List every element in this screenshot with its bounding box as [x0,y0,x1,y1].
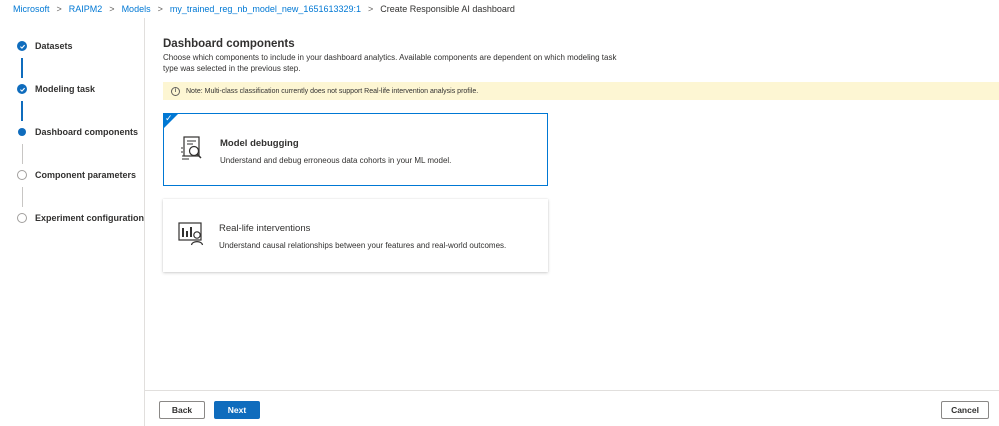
step-connector [21,58,23,78]
checkmark-icon [17,41,27,51]
breadcrumb-link-microsoft[interactable]: Microsoft [13,4,50,14]
note-text: Note: Multi-class classification current… [186,87,479,95]
info-note-bar: i Note: Multi-class classification curre… [163,82,999,100]
breadcrumb-link-models[interactable]: Models [122,4,151,14]
checkmark-icon [17,84,27,94]
step-label: Modeling task [35,84,96,94]
page-description: Choose which components to include in yo… [163,53,617,73]
card-description: Understand and debug erroneous data coho… [220,156,452,165]
breadcrumb-current: Create Responsible AI dashboard [380,4,515,14]
step-experiment-configuration[interactable]: Experiment configuration [17,211,144,225]
pending-step-circle-icon [17,170,27,180]
card-model-debugging[interactable]: ✓ Model debugging Understand and debug e… [163,113,548,186]
step-connector [22,187,23,207]
chevron-right-icon: > [368,4,374,14]
real-life-interventions-icon [178,222,204,246]
step-label: Dashboard components [35,127,139,137]
info-icon: i [171,86,180,96]
card-title: Real-life interventions [219,223,311,234]
card-description: Understand causal relationships between … [219,241,507,250]
chevron-right-icon: > [157,4,163,14]
step-label: Component parameters [35,170,137,180]
step-component-parameters[interactable]: Component parameters [17,168,136,182]
step-connector [21,101,23,121]
card-real-life-interventions[interactable]: Real-life interventions Understand causa… [163,199,548,272]
step-dashboard-components[interactable]: Dashboard components [17,125,138,139]
next-button[interactable]: Next [214,401,260,419]
breadcrumb-link-workspace[interactable]: RAIPM2 [69,4,103,14]
chevron-right-icon: > [56,4,62,14]
pending-step-circle-icon [17,213,27,223]
model-debugging-icon [181,136,202,160]
step-connector [22,144,23,164]
step-modeling-task[interactable]: Modeling task [17,82,95,96]
cancel-button[interactable]: Cancel [941,401,989,419]
step-label: Datasets [35,41,73,51]
card-title: Model debugging [220,138,299,149]
wizard-stepper: Datasets Modeling task Dashboard compone… [0,18,145,426]
page-title: Dashboard components [163,38,295,50]
chevron-right-icon: > [109,4,115,14]
breadcrumb: Microsoft > RAIPM2 > Models > my_trained… [0,0,999,18]
checkmark-icon: ✓ [165,113,173,123]
breadcrumb-link-model[interactable]: my_trained_reg_nb_model_new_1651613329:1 [170,4,361,14]
footer-bar: Back Next Cancel [145,390,999,426]
step-label: Experiment configuration [35,213,145,223]
current-step-dot-icon [18,128,26,136]
back-button[interactable]: Back [159,401,205,419]
step-datasets[interactable]: Datasets [17,39,73,53]
